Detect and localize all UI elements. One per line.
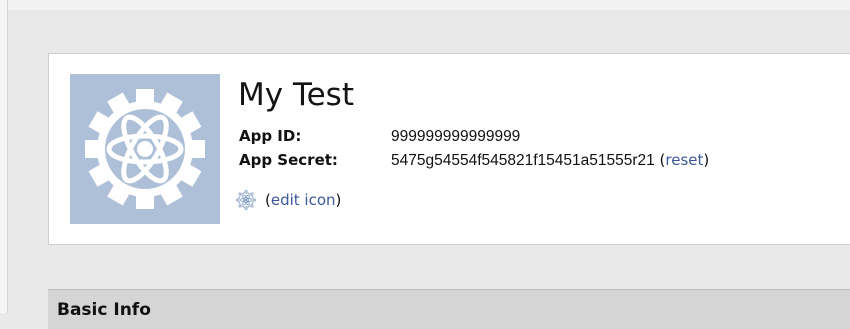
reset-close-paren: ) (703, 151, 710, 169)
edit-icon-link[interactable]: edit icon (271, 189, 336, 211)
basic-info-title: Basic Info (57, 300, 151, 320)
reset-secret-link[interactable]: reset (665, 151, 703, 169)
edit-icon-row: (edit icon) (235, 189, 341, 211)
app-id-value: 999999999999999 (391, 128, 521, 145)
app-secret-label: App Secret: (239, 151, 338, 169)
app-summary-card: My Test App ID: 999999999999999 App Secre… (48, 53, 850, 245)
app-secret-value: 5475g54554f545821f15451a51555r21 (391, 152, 655, 169)
basic-info-section-header[interactable]: Basic Info (48, 289, 850, 329)
top-strip (8, 0, 850, 10)
app-name: My Test (238, 77, 354, 113)
atom-gear-icon (235, 189, 257, 211)
app-id-row: App ID: 999999999999999 (239, 126, 520, 147)
app-id-label: App ID: (239, 127, 302, 145)
app-logo-icon (70, 74, 220, 224)
edit-close-paren: ) (335, 191, 342, 209)
app-secret-row: App Secret: 5475g54554f545821f15451a51555… (239, 150, 709, 171)
left-border (0, 0, 8, 313)
